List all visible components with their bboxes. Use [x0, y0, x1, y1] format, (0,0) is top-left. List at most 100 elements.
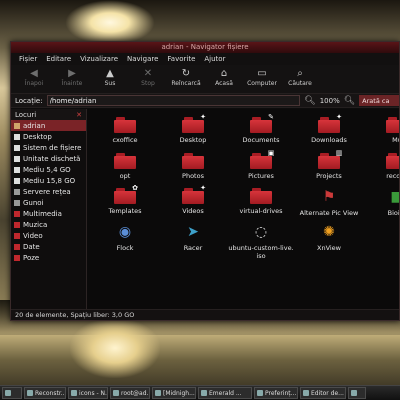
taskbar-button[interactable]: Editor de... [300, 387, 346, 399]
file-item[interactable]: ➤ Racer [159, 223, 227, 252]
file-item[interactable]: opt [91, 153, 159, 180]
editor-icon [303, 390, 309, 396]
zoom-out-icon[interactable]: 🔍︎ [304, 96, 315, 106]
folder-icon [14, 254, 20, 261]
sidebar-title[interactable]: Locuri [15, 111, 36, 119]
menu-icon [5, 390, 11, 396]
toolbar-button-computer[interactable]: ▭ Computer [243, 65, 281, 88]
taskbar-button[interactable]: Preferinț... [254, 387, 298, 399]
browser-icon [27, 390, 33, 396]
sidebar-item[interactable]: Video [11, 230, 86, 241]
sidebar-item[interactable]: Desktop [11, 131, 86, 142]
file-item-label: Videos [182, 207, 204, 215]
taskbar-button[interactable]: [Midnigh... [152, 387, 196, 399]
menu-bookmarks[interactable]: Favorite [167, 55, 195, 63]
sidebar-item[interactable]: Muzica [11, 219, 86, 230]
folder-icon: ✎ [250, 113, 274, 133]
file-item[interactable]: ◉ Flock [91, 223, 159, 252]
file-item-label: Downloads [311, 136, 347, 144]
sidebar-item-label: Muzica [23, 220, 48, 229]
file-item[interactable]: ✿ Templates [91, 184, 159, 215]
close-icon[interactable]: ✕ [76, 111, 82, 119]
taskbar-button[interactable] [348, 387, 366, 399]
menu-help[interactable]: Ajutor [204, 55, 225, 63]
file-item-label: cxoffice [112, 136, 138, 144]
toolbar-button-stop[interactable]: ✕ Stop [129, 65, 167, 88]
sidebar-item[interactable]: Poze [11, 252, 86, 263]
toolbar-button-forward-arrow[interactable]: ▶ Înainte [53, 65, 91, 88]
taskbar-button[interactable] [2, 387, 22, 399]
file-item[interactable]: ✎ Documents [227, 113, 295, 144]
sunset-sun [65, 0, 155, 45]
folder-icon [351, 390, 357, 396]
sidebar-item-label: Video [23, 231, 43, 240]
sidebar-item[interactable]: Servere rețea [11, 186, 86, 197]
up-arrow-icon: ▲ [106, 67, 114, 79]
file-item[interactable]: recons [363, 153, 399, 180]
sidebar-item[interactable]: Unitate dischetă [11, 153, 86, 164]
file-item[interactable]: ■ Bioint [363, 188, 399, 217]
taskbar-button-label: Reconstr... [35, 389, 66, 397]
file-item[interactable]: ◌ ubuntu-custom-live. iso [227, 223, 295, 260]
file-item[interactable]: ▥ Projects [295, 149, 363, 180]
drive-icon [14, 144, 20, 151]
disc-image-icon: ◌ [254, 224, 268, 240]
settings-icon [201, 390, 207, 396]
location-input[interactable] [46, 95, 301, 106]
view-mode-select[interactable]: Arată ca [359, 95, 399, 106]
folder-icon [250, 188, 272, 204]
sidebar-item[interactable]: Mediu 5,4 GO [11, 164, 86, 175]
taskbar-button-label: Editor de... [311, 389, 344, 397]
sidebar-item[interactable]: Mediu 15,8 GO [11, 175, 86, 186]
zoom-in-icon[interactable]: 🔍︎ [344, 96, 355, 106]
folder-icon [386, 117, 399, 133]
folder-icon [71, 390, 77, 396]
sidebar-item-label: Poze [23, 253, 40, 262]
file-item[interactable]: ▣ Pictures [227, 149, 295, 180]
taskbar-button[interactable]: Reconstr... [24, 387, 66, 399]
file-item[interactable]: ✦ Videos [159, 184, 227, 215]
file-item[interactable]: cxoffice [91, 117, 159, 144]
taskbar-button[interactable]: root@ad... [110, 387, 150, 399]
sidebar-item[interactable]: Multimedia [11, 208, 86, 219]
emblem-icon: ✎ [268, 113, 274, 121]
sidebar-item[interactable]: adrian [11, 120, 86, 131]
sidebar-item[interactable]: Date [11, 241, 86, 252]
toolbar-button-reload[interactable]: ↻ Reîncarcă [167, 65, 205, 88]
toolbar-button-up-arrow[interactable]: ▲ Sus [91, 65, 129, 88]
file-item[interactable]: Mu [363, 117, 399, 144]
toolbar-button-home[interactable]: ⌂ Acasă [205, 65, 243, 88]
file-item-label: virtual-drives [239, 207, 283, 215]
file-item-label: Projects [316, 172, 342, 180]
taskbar-button[interactable]: icons - N... [68, 387, 108, 399]
drive-icon [14, 133, 20, 140]
net-icon [14, 199, 20, 206]
sidebar-item-label: Sistem de fișiere [23, 143, 82, 152]
file-item[interactable]: ⚑ Alternate Pic View [295, 188, 363, 217]
taskbar-button-label: Preferinț... [265, 389, 297, 397]
folder-icon [14, 221, 20, 228]
file-grid: cxoffice ✦ Desktop ✎ Documents ✦ Downloads Mu op… [87, 109, 399, 310]
menu-go[interactable]: Navigare [127, 55, 158, 63]
menu-view[interactable]: Vizualizare [80, 55, 118, 63]
window-title[interactable]: adrian - Navigator fișiere [11, 42, 399, 53]
emblem-icon: ✦ [200, 113, 206, 121]
toolbar-button-search[interactable]: ⌕ Căutare [281, 65, 319, 88]
folder-icon [114, 117, 136, 133]
sidebar-item[interactable]: Sistem de fișiere [11, 142, 86, 153]
toolbar-button-label: Înainte [61, 80, 83, 87]
taskbar-button[interactable]: Emerald ... [198, 387, 252, 399]
file-item[interactable]: Photos [159, 153, 227, 180]
settings-icon [257, 390, 263, 396]
menu-file[interactable]: Fișier [19, 55, 37, 63]
file-item[interactable]: virtual-drives [227, 188, 295, 215]
file-item[interactable]: ✺ XnView [295, 223, 363, 252]
status-bar: 20 de elemente, Spațiu liber: 3,0 GO [11, 309, 399, 320]
menu-edit[interactable]: Editare [46, 55, 71, 63]
file-item[interactable]: ✦ Desktop [159, 113, 227, 144]
taskbar-button-label: Emerald ... [209, 389, 242, 397]
toolbar-button-back-arrow[interactable]: ◀ Înapoi [15, 65, 53, 88]
sidebar-item[interactable]: Gunoi [11, 197, 86, 208]
file-item[interactable]: ✦ Downloads [295, 113, 363, 144]
application-icon: ◉ [118, 224, 132, 240]
